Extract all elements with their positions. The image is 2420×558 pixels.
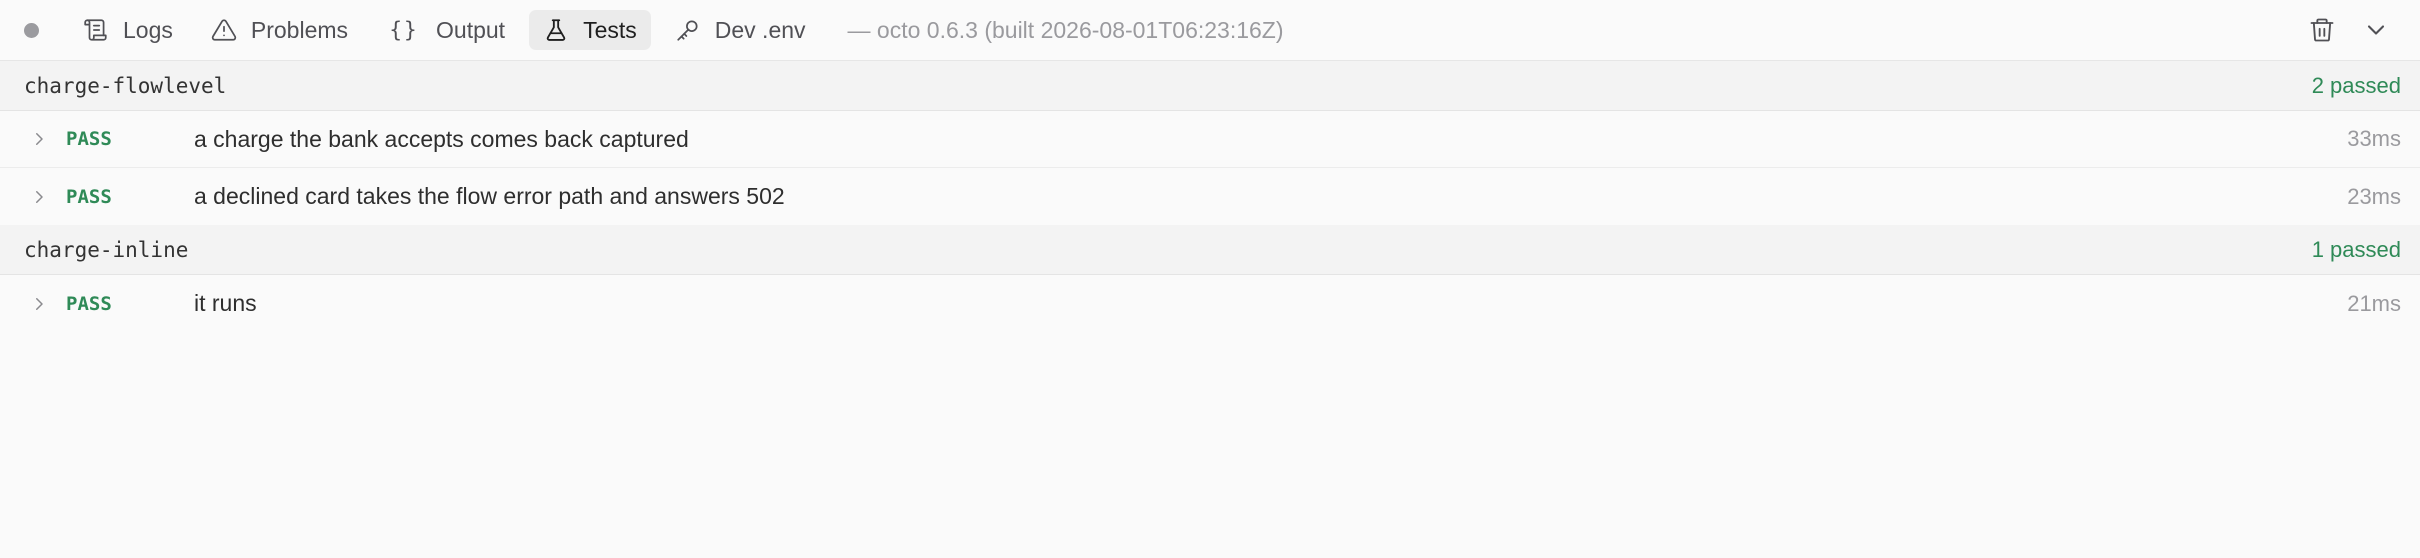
suite-name: charge-flowlevel [24, 73, 227, 98]
scroll-icon [83, 17, 109, 43]
tab-logs-label: Logs [123, 16, 173, 43]
chevron-right-icon[interactable] [28, 128, 50, 150]
test-status-badge: PASS [66, 185, 112, 208]
tab-output[interactable]: {} Output [372, 10, 519, 50]
tab-problems-label: Problems [250, 16, 349, 43]
braces-icon: {} [389, 18, 419, 42]
test-name: a charge the bank accepts comes back cap… [194, 125, 689, 152]
flask-icon [543, 17, 569, 43]
status-dot [24, 22, 39, 38]
test-duration: 33ms [2347, 126, 2401, 151]
suite-summary: 1 passed [2311, 236, 2401, 262]
chevron-right-icon[interactable] [28, 293, 50, 315]
test-row[interactable]: PASS it runs 21ms [0, 275, 2420, 332]
tab-dev-env[interactable]: Dev .env [661, 10, 820, 50]
test-duration: 23ms [2347, 183, 2401, 209]
test-status-badge: PASS [66, 128, 112, 150]
chevron-right-icon[interactable] [28, 186, 50, 208]
test-name: it runs [194, 290, 257, 316]
collapse-panel-button[interactable] [2356, 10, 2396, 50]
tab-tests[interactable]: Tests [529, 10, 651, 50]
panel-tab-bar: Logs Problems {} Output Tests Dev .env —… [0, 0, 2420, 61]
test-row[interactable]: PASS a declined card takes the flow erro… [0, 168, 2420, 225]
suite-name: charge-inline [24, 237, 189, 262]
test-duration: 21ms [2347, 290, 2401, 316]
test-name: a declined card takes the flow error pat… [194, 183, 785, 209]
build-info: — octo 0.6.3 (built 2026-08-01T06:23:16Z… [847, 16, 1284, 43]
tab-problems[interactable]: Problems [197, 10, 362, 50]
chevron-down-icon [2362, 16, 2390, 44]
suite-summary: 2 passed [2311, 72, 2401, 98]
test-row[interactable]: PASS a charge the bank accepts comes bac… [0, 111, 2420, 168]
key-icon [675, 17, 701, 43]
suite-header: charge-inline 1 passed [0, 225, 2420, 275]
tab-dev-env-label: Dev .env [714, 16, 806, 43]
warning-triangle-icon [211, 17, 237, 43]
tab-tests-label: Tests [583, 16, 637, 43]
test-status-badge: PASS [66, 292, 112, 315]
tab-logs[interactable]: Logs [69, 10, 187, 50]
clear-button[interactable] [2302, 10, 2342, 50]
suite-header: charge-flowlevel 2 passed [0, 61, 2420, 111]
trash-icon [2308, 16, 2336, 44]
tab-output-label: Output [436, 16, 506, 43]
